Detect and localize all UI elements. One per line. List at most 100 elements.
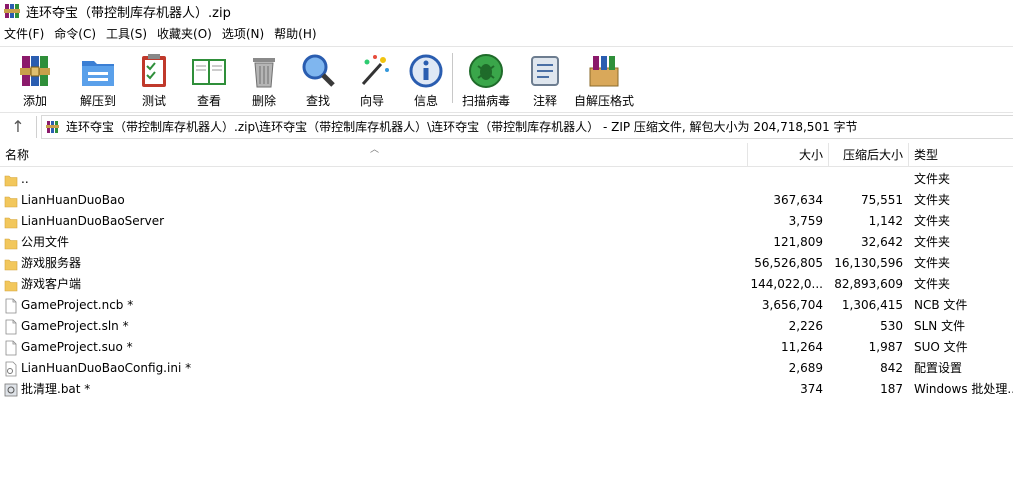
column-divider[interactable] <box>747 143 748 167</box>
file-row[interactable]: 批清理.bat * 374 187 Windows 批处理... <box>0 379 1013 400</box>
file-type: 文件夹 <box>914 277 951 291</box>
file-packed-size <box>830 169 903 190</box>
file-name: LianHuanDuoBaoServer <box>21 214 165 228</box>
column-header-type[interactable]: 类型 <box>914 143 938 167</box>
archive-icon <box>46 120 59 133</box>
file-name: GameProject.suo * <box>21 340 133 354</box>
scan-virus-button[interactable]: 扫描病毒 <box>453 47 519 109</box>
config-file-icon <box>4 361 21 377</box>
menu-help[interactable]: 帮助(H) <box>269 24 321 44</box>
file-rows: .. 文件夹 LianHuanDuoBao 367,634 75,551 文件夹 LianH… <box>0 167 1013 400</box>
column-divider[interactable] <box>828 143 829 167</box>
file-size: 367,634 <box>773 193 823 207</box>
column-header-name[interactable]: 名称 <box>5 143 29 167</box>
file-row[interactable]: LianHuanDuoBaoConfig.ini * 2,689 842 配置设置 <box>0 358 1013 379</box>
file-row[interactable]: GameProject.ncb * 3,656,704 1,306,415 NCB 文… <box>0 295 1013 316</box>
file-packed-size: 1,306,415 <box>841 298 903 312</box>
sort-ascending-icon: ︿ <box>370 145 380 155</box>
file-row[interactable]: 游戏客户端 144,022,0... 82,893,609 文件夹 <box>0 274 1013 295</box>
menu-tools[interactable]: 工具(S) <box>101 24 152 44</box>
file-icon <box>4 340 21 356</box>
file-size: 11,264 <box>781 340 823 354</box>
file-type: 文件夹 <box>914 235 951 249</box>
file-row[interactable]: LianHuanDuoBao 367,634 75,551 文件夹 <box>0 190 1013 211</box>
file-packed-size: 32,642 <box>861 235 903 249</box>
test-button[interactable]: 测试 <box>126 47 182 109</box>
file-name: 游戏客户端 <box>21 277 82 291</box>
extract-to-button[interactable]: 解压到 <box>70 47 126 109</box>
view-button[interactable]: 查看 <box>182 47 236 109</box>
sfx-button-label: 自解压格式 <box>573 94 634 108</box>
menu-commands[interactable]: 命令(C) <box>49 24 101 44</box>
column-header-size[interactable]: 大小 <box>799 143 823 167</box>
file-packed-size: 1,142 <box>868 214 903 228</box>
file-icon <box>4 319 21 335</box>
file-size: 2,226 <box>788 319 823 333</box>
batch-file-icon <box>4 382 21 398</box>
test-button-label: 测试 <box>141 94 166 108</box>
view-button-label: 查看 <box>196 94 221 108</box>
file-row[interactable]: .. 文件夹 <box>0 169 1013 190</box>
extract-folder-icon <box>82 61 114 86</box>
up-arrow-icon: ↑ <box>11 117 25 136</box>
file-name-cell: GameProject.suo * <box>4 337 744 358</box>
toolbar: 添加 解压到 测试 查看 删除 查找 向导 信息 扫描病毒 注释 自解压格式 <box>0 46 1013 108</box>
magnifier-icon <box>302 54 335 87</box>
file-row[interactable]: GameProject.suo * 11,264 1,987 SUO 文件 <box>0 337 1013 358</box>
file-row[interactable]: 游戏服务器 56,526,805 16,130,596 文件夹 <box>0 253 1013 274</box>
file-icon <box>4 298 21 314</box>
file-size <box>750 169 823 190</box>
file-row[interactable]: GameProject.sln * 2,226 530 SLN 文件 <box>0 316 1013 337</box>
file-type: SUO 文件 <box>914 340 968 354</box>
menu-favorites[interactable]: 收藏夹(O) <box>152 24 217 44</box>
test-clipboard-icon <box>142 54 166 87</box>
file-packed-size: 82,893,609 <box>834 277 903 291</box>
info-icon <box>409 54 443 88</box>
file-type: 文件夹 <box>914 214 951 228</box>
column-header-packed[interactable]: 压缩后大小 <box>843 143 903 167</box>
file-row[interactable]: LianHuanDuoBaoServer 3,759 1,142 文件夹 <box>0 211 1013 232</box>
comment-button[interactable]: 注释 <box>519 47 571 109</box>
file-size: 56,526,805 <box>754 256 823 270</box>
address-bar: ↑ 连环夺宝（带控制库存机器人）.zip\连环夺宝（带控制库存机器人）\连环夺宝… <box>0 112 1013 140</box>
file-name-cell: GameProject.sln * <box>4 316 744 337</box>
menu-file[interactable]: 文件(F) <box>0 24 49 44</box>
add-archive-icon <box>20 56 50 86</box>
folder-icon <box>4 235 21 251</box>
up-button[interactable]: ↑ <box>0 113 36 141</box>
file-packed-size: 530 <box>880 319 903 333</box>
folder-icon <box>4 172 21 188</box>
file-type: SLN 文件 <box>914 319 966 333</box>
address-separator <box>36 115 37 138</box>
folder-icon <box>4 193 21 209</box>
file-name-cell: LianHuanDuoBaoConfig.ini * <box>4 358 744 379</box>
file-type: 配置设置 <box>914 361 963 375</box>
folder-icon <box>4 256 21 272</box>
find-button[interactable]: 查找 <box>292 47 344 109</box>
file-packed-size: 187 <box>880 382 903 396</box>
file-name-cell: .. <box>4 169 744 190</box>
column-divider[interactable] <box>908 143 909 167</box>
add-button-label: 添加 <box>22 94 47 108</box>
file-type: 文件夹 <box>914 193 951 207</box>
file-type: 文件夹 <box>914 172 951 186</box>
virus-scan-icon <box>469 54 503 88</box>
file-row[interactable]: 公用文件 121,809 32,642 文件夹 <box>0 232 1013 253</box>
title-bar: 连环夺宝（带控制库存机器人）.zip <box>0 0 1013 22</box>
file-name-cell: 公用文件 <box>4 232 744 253</box>
sfx-button[interactable]: 自解压格式 <box>571 47 637 109</box>
file-size: 3,759 <box>788 214 823 228</box>
file-name: 公用文件 <box>21 235 70 249</box>
address-path-field[interactable]: 连环夺宝（带控制库存机器人）.zip\连环夺宝（带控制库存机器人）\连环夺宝（带… <box>41 114 1013 139</box>
file-type: 文件夹 <box>914 256 951 270</box>
wizard-button[interactable]: 向导 <box>344 47 400 109</box>
file-size: 2,689 <box>788 361 823 375</box>
add-button[interactable]: 添加 <box>0 47 70 109</box>
menu-options[interactable]: 选项(N) <box>217 24 269 44</box>
info-button[interactable]: 信息 <box>400 47 452 109</box>
comment-icon <box>531 56 559 86</box>
delete-button[interactable]: 删除 <box>236 47 292 109</box>
file-list: 名称 ︿ 大小 压缩后大小 类型 .. 文件夹 LianHuanDuoBao 367,… <box>0 143 1013 490</box>
address-path-text: 连环夺宝（带控制库存机器人）.zip\连环夺宝（带控制库存机器人）\连环夺宝（带… <box>66 120 858 134</box>
view-book-icon <box>192 59 226 85</box>
